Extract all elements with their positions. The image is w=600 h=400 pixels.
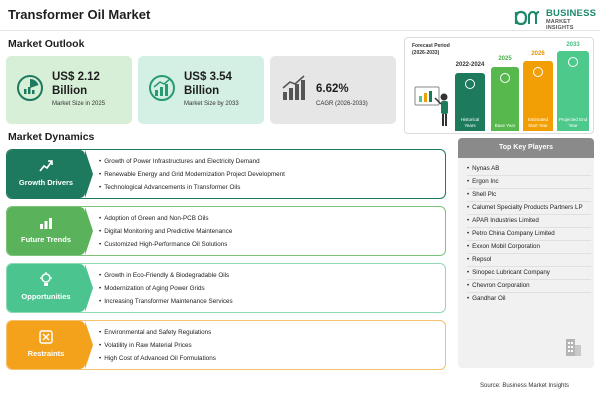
list-item: Shell Plc	[467, 189, 591, 202]
history-clock-icon	[465, 79, 475, 89]
dynamics-label-box: Growth Drivers	[7, 150, 85, 198]
list-item: Ergon Inc	[467, 176, 591, 189]
list-item: Exxon Mobil Corporation	[467, 241, 591, 254]
projected-year-icon	[568, 57, 578, 67]
future-trends-icon	[40, 218, 52, 229]
list-item: High Cost of Advanced Oil Formulations	[99, 353, 216, 366]
opportunities-icon	[40, 272, 52, 286]
arrow-notch-icon	[85, 264, 93, 312]
dynamics-label: Future Trends	[20, 235, 71, 244]
forecast-bar-label: Base Year	[494, 122, 516, 128]
growth-chart-icon	[149, 75, 175, 101]
building-icon	[566, 339, 581, 356]
forecast-bar-label: Projected End Year	[558, 117, 588, 128]
list-item: Growth in Eco-Friendly & Biodegradable O…	[99, 270, 233, 283]
key-players-title: Top Key Players	[458, 138, 594, 158]
list-item: Customized High-Performance Oil Solution…	[99, 239, 232, 252]
base-year-icon	[500, 73, 510, 83]
dynamics-row-opportunities: Opportunities Growth in Eco-Friendly & B…	[6, 263, 446, 313]
forecast-bar-historical: Historical Years	[455, 73, 485, 131]
forecast-label-line2: (2026-2033)	[412, 49, 440, 56]
list-item: Increasing Transformer Maintenance Servi…	[99, 296, 232, 309]
outlook-card-size-2033: US$ 3.54 Billion Market Size by 2033	[138, 56, 264, 124]
arrow-notch-icon	[85, 321, 93, 369]
outlook-card-cagr: 6.62% CAGR (2026-2033)	[270, 56, 396, 124]
list-item: Technological Advancements in Transforme…	[99, 182, 285, 195]
list-item: Renewable Energy and Grid Modernization …	[99, 169, 285, 182]
forecast-tag-projected: 2033	[566, 42, 580, 48]
forecast-bar-label: Estimated Start Year	[527, 117, 548, 128]
outlook-caption: CAGR (2026-2033)	[316, 101, 368, 107]
list-item: Growth of Power Infrastructures and Elec…	[99, 156, 285, 169]
forecast-tag-estimated: 2026	[531, 51, 545, 57]
dynamics-label: Opportunities	[21, 292, 71, 301]
estimated-year-icon	[533, 67, 543, 77]
arrow-notch-icon	[85, 207, 93, 255]
trend-bar-icon	[282, 75, 305, 100]
key-players-list: Nynas AB Ergon Inc Shell Plc Calumet Spe…	[467, 163, 591, 305]
outlook-caption: Market Size in 2025	[52, 101, 106, 107]
dynamics-label-box: Restraints	[7, 321, 85, 369]
pie-chart-icon	[17, 75, 43, 101]
forecast-bar-base: Base Year	[491, 67, 519, 131]
dynamics-title: Market Dynamics	[8, 131, 95, 143]
list-item: Modernization of Aging Power Grids	[99, 283, 233, 296]
dynamics-label-box: Opportunities	[7, 264, 85, 312]
outlook-card-size-2025: US$ 2.12 Billion Market Size in 2025	[6, 56, 132, 124]
source-note: Source: Business Market Insights	[480, 383, 570, 389]
list-item: APAR Industries Limited	[467, 215, 591, 228]
list-item: Volatility in Raw Material Prices	[99, 340, 216, 353]
dynamics-items: Growth in Eco-Friendly & Biodegradable O…	[99, 270, 233, 309]
brand-name: BUSINESS	[546, 8, 597, 19]
outlook-caption: Market Size by 2033	[184, 101, 239, 107]
dynamics-items: Adoption of Green and Non-PCB Oils Digit…	[99, 213, 232, 251]
growth-drivers-icon	[39, 160, 53, 172]
forecast-tag-historical: 2022-2024	[455, 62, 485, 68]
list-item: Adoption of Green and Non-PCB Oils	[99, 213, 232, 226]
presenter-illustration-icon	[414, 86, 448, 126]
list-item: Petro China Company Limited	[467, 228, 591, 241]
list-item: Gandhar Oil	[467, 293, 591, 305]
list-item: Digital Monitoring and Predictive Mainte…	[99, 226, 232, 239]
arrow-notch-icon	[85, 150, 93, 198]
page-title: Transformer Oil Market	[8, 7, 151, 22]
forecast-tag-base: 2025	[498, 56, 512, 62]
restraints-icon	[39, 330, 53, 344]
dynamics-items: Environmental and Safety Regulations Vol…	[99, 327, 216, 365]
list-item: Sinopec Lubricant Company	[467, 267, 591, 280]
dynamics-row-restraints: Restraints Environmental and Safety Regu…	[6, 320, 446, 370]
outlook-title: Market Outlook	[8, 38, 85, 50]
forecast-panel: Forecast Period (2026-2033) 2022-2024 Hi…	[404, 37, 594, 134]
forecast-label-line1: Forecast Period	[412, 43, 450, 49]
dynamics-row-future-trends: Future Trends Adoption of Green and Non-…	[6, 206, 446, 256]
forecast-bar-label: Historical Years	[460, 117, 480, 128]
forecast-bar-estimated: Estimated Start Year	[523, 61, 553, 131]
list-item: Environmental and Safety Regulations	[99, 327, 216, 340]
dynamics-label-box: Future Trends	[7, 207, 85, 255]
brand-mark-icon	[514, 10, 540, 26]
list-item: Repsol	[467, 254, 591, 267]
outlook-value: US$ 2.12 Billion	[52, 71, 100, 97]
list-item: Calumet Specialty Products Partners LP	[467, 202, 591, 215]
outlook-value: US$ 3.54 Billion	[184, 71, 232, 97]
dynamics-label: Growth Drivers	[18, 178, 74, 187]
key-players-panel: Top Key Players Nynas AB Ergon Inc Shell…	[458, 138, 594, 368]
list-item: Nynas AB	[467, 163, 591, 176]
forecast-bar-projected: Projected End Year	[557, 51, 589, 131]
outlook-value: 6.62%	[316, 83, 349, 95]
header-divider	[0, 30, 600, 31]
dynamics-row-growth-drivers: Growth Drivers Growth of Power Infrastru…	[6, 149, 446, 199]
list-item: Chevron Corporation	[467, 280, 591, 293]
forecast-period-label: Forecast Period (2026-2033)	[412, 43, 450, 56]
brand-logo: BUSINESS MARKET INSIGHTS	[514, 6, 598, 31]
dynamics-label: Restraints	[27, 349, 65, 358]
dynamics-items: Growth of Power Infrastructures and Elec…	[99, 156, 285, 194]
